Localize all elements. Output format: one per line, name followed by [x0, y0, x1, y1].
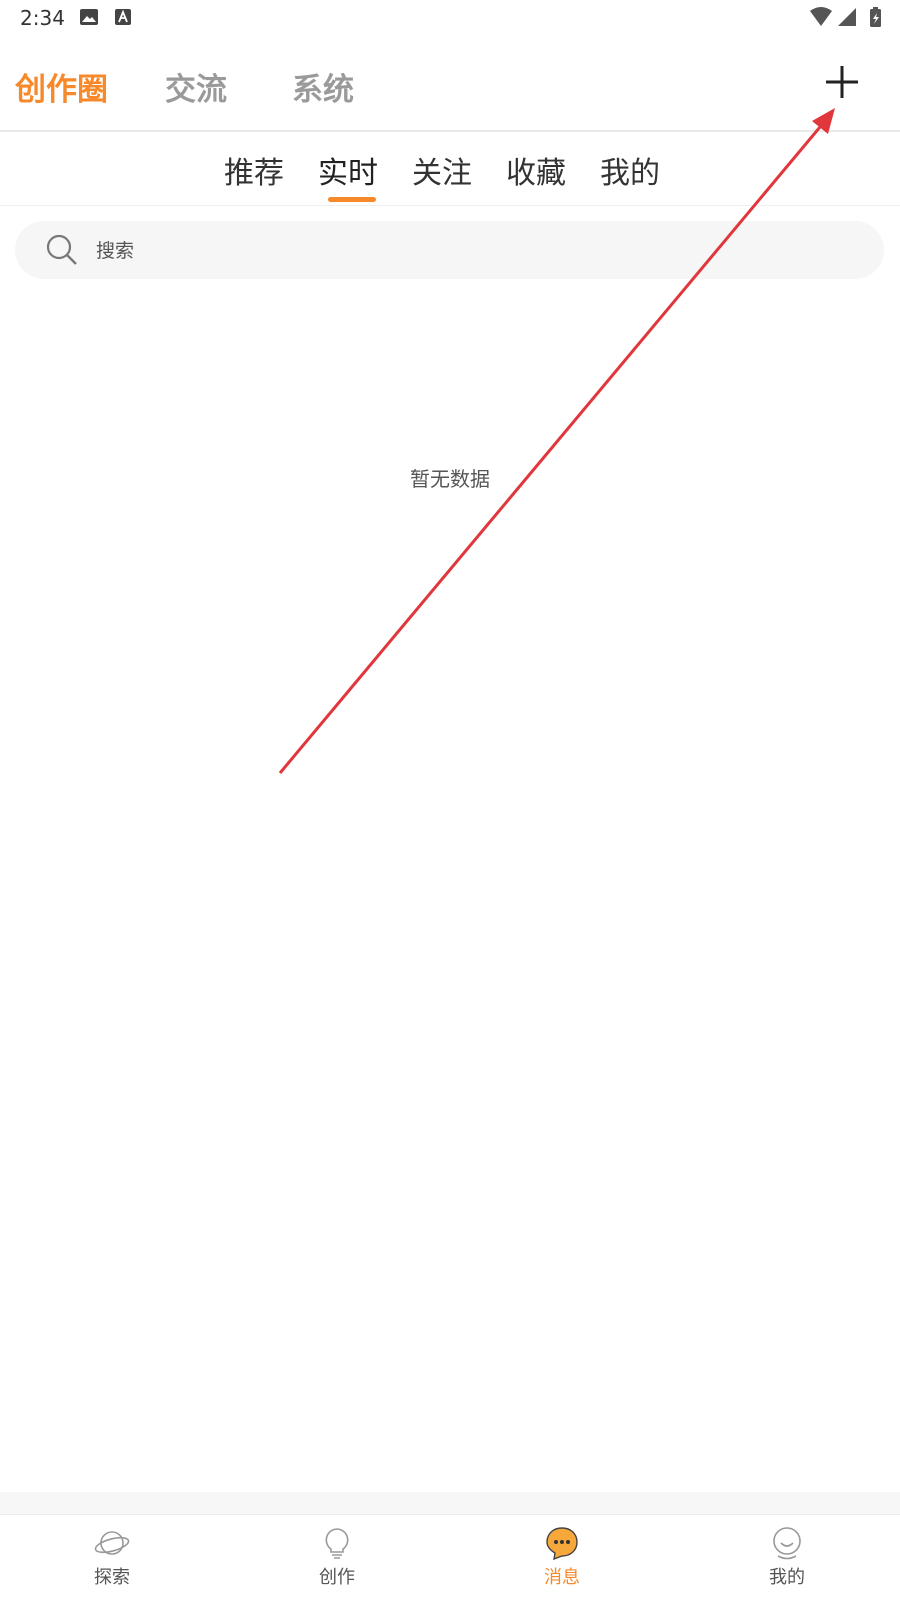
search-icon	[46, 234, 77, 265]
user-icon	[773, 1527, 801, 1560]
subtab-divider	[0, 205, 900, 206]
empty-state-text: 暂无数据	[410, 467, 490, 491]
top-divider	[0, 130, 900, 132]
wifi-icon	[810, 7, 832, 26]
a-icon	[115, 9, 131, 25]
planet-icon	[94, 1531, 130, 1555]
subtab-active-indicator	[328, 197, 376, 202]
lightbulb-icon	[325, 1528, 349, 1559]
nav-create-label: 创作	[319, 1567, 355, 1588]
nav-messages-label: 消息	[544, 1567, 580, 1588]
subtab-recommend[interactable]: 推荐	[224, 148, 284, 192]
battery-icon	[870, 7, 881, 27]
add-button[interactable]	[820, 60, 864, 104]
nav-explore[interactable]: 探索	[52, 1515, 172, 1601]
bottom-nav: 探索 创作 消息 我的	[0, 1514, 900, 1601]
subtab-follow[interactable]: 关注	[412, 148, 472, 192]
search-input[interactable]	[94, 232, 858, 270]
subtab-mine[interactable]: 我的	[600, 148, 660, 192]
nav-mine[interactable]: 我的	[727, 1515, 847, 1601]
status-right-icons	[810, 7, 881, 27]
tab-system[interactable]: 系统	[292, 64, 354, 109]
subtab-favorites[interactable]: 收藏	[506, 148, 566, 192]
chat-bubble-icon	[546, 1527, 578, 1561]
top-tab-bar: 创作圈 交流 系统	[0, 50, 900, 130]
nav-mine-label: 我的	[769, 1567, 805, 1588]
tab-creation-circle[interactable]: 创作圈	[15, 64, 108, 109]
status-time: 2:34	[20, 6, 65, 30]
subtab-realtime[interactable]: 实时	[318, 148, 378, 192]
status-bar: 2:34	[0, 0, 900, 36]
plus-icon	[826, 66, 858, 98]
image-icon	[80, 9, 98, 25]
nav-create[interactable]: 创作	[277, 1515, 397, 1601]
signal-icon	[838, 8, 856, 26]
tab-communication[interactable]: 交流	[165, 64, 227, 109]
nav-messages[interactable]: 消息	[502, 1515, 622, 1601]
bottom-separator	[0, 1492, 900, 1514]
nav-explore-label: 探索	[94, 1567, 130, 1588]
